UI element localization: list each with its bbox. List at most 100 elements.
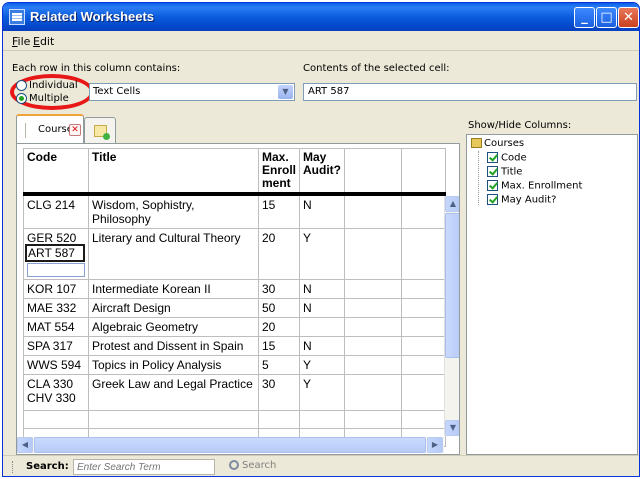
vertical-scrollbar[interactable]: ▲ ▼ xyxy=(444,196,459,436)
column-toggle-code[interactable]: Code xyxy=(487,152,527,164)
cell-title[interactable]: Literary and Cultural Theory xyxy=(88,228,259,280)
search-input[interactable] xyxy=(73,459,215,475)
code-value[interactable]: CLG 214 xyxy=(27,198,85,212)
radio-multiple-circle[interactable] xyxy=(16,92,27,104)
code-value[interactable]: KOR 107 xyxy=(27,282,85,296)
cell-empty[interactable] xyxy=(343,355,402,375)
checkbox-icon[interactable] xyxy=(487,152,498,163)
toolbar-grip[interactable] xyxy=(12,461,14,473)
header-empty[interactable] xyxy=(400,148,446,196)
horizontal-scroll-thumb[interactable] xyxy=(34,437,426,453)
vertical-scroll-thumb[interactable] xyxy=(445,213,459,358)
cell-empty[interactable] xyxy=(400,279,446,299)
horizontal-scrollbar[interactable]: ◀ ▶ xyxy=(17,437,444,453)
cell-empty[interactable] xyxy=(299,410,345,429)
cell-code[interactable]: MAE 332 xyxy=(23,298,89,318)
tree-root-courses[interactable]: Courses xyxy=(471,138,524,149)
checkbox-icon[interactable] xyxy=(487,194,498,205)
cell-empty[interactable] xyxy=(343,410,402,429)
scroll-up-icon[interactable]: ▲ xyxy=(445,196,459,212)
cell-code[interactable]: CLG 214 xyxy=(23,193,89,229)
cell-code[interactable]: WWS 594 xyxy=(23,355,89,375)
cell-title[interactable]: Wisdom, Sophistry, Philosophy xyxy=(88,193,259,229)
cell-empty[interactable] xyxy=(400,317,446,337)
minimize-button[interactable]: _ xyxy=(574,7,595,28)
cell-empty[interactable] xyxy=(400,410,446,429)
close-window-button[interactable]: ✕ xyxy=(618,7,639,28)
cell-code[interactable]: SPA 317 xyxy=(23,336,89,356)
cell-empty[interactable] xyxy=(343,374,402,411)
tab-courses[interactable]: Courses ✕ xyxy=(16,114,84,143)
header-title[interactable]: Title xyxy=(88,148,259,196)
cell-max[interactable]: 15 xyxy=(258,193,300,229)
code-value[interactable]: WWS 594 xyxy=(27,358,85,372)
selected-cell-field[interactable]: ART 587 xyxy=(303,83,637,101)
cell-empty[interactable] xyxy=(343,228,402,280)
cell-empty[interactable] xyxy=(258,410,300,429)
code-value[interactable]: SPA 317 xyxy=(27,339,85,353)
scroll-down-icon[interactable]: ▼ xyxy=(445,420,459,436)
search-button[interactable]: Search xyxy=(229,460,276,471)
cell-code[interactable]: KOR 107 xyxy=(23,279,89,299)
cell-audit[interactable] xyxy=(299,317,345,337)
scroll-right-icon[interactable]: ▶ xyxy=(427,437,443,453)
table-row[interactable]: SPA 317 Protest and Dissent in Spain 15 … xyxy=(23,336,446,356)
radio-individual[interactable]: Individual xyxy=(16,79,78,93)
close-tab-icon[interactable]: ✕ xyxy=(69,124,81,136)
cell-empty[interactable] xyxy=(343,193,402,229)
code-value[interactable]: CLA 330 xyxy=(27,377,85,391)
column-toggle-max-enrollment[interactable]: Max. Enrollment xyxy=(487,180,582,192)
cell-max[interactable]: 20 xyxy=(258,228,300,280)
table-row[interactable]: CLA 330 CHV 330 Greek Law and Legal Prac… xyxy=(23,374,446,411)
cell-code[interactable]: CLA 330 CHV 330 xyxy=(23,374,89,411)
cell-empty[interactable] xyxy=(400,355,446,375)
cell-audit[interactable]: Y xyxy=(299,228,345,280)
table-row[interactable]: CLG 214 Wisdom, Sophistry, Philosophy 15… xyxy=(23,193,446,229)
code-value-selected[interactable]: ART 587 xyxy=(25,244,85,262)
table-row[interactable]: GER 520 ART 587 Literary and Cultural Th… xyxy=(23,228,446,280)
new-tab-button[interactable] xyxy=(84,117,116,143)
cell-empty[interactable] xyxy=(343,279,402,299)
cell-audit[interactable]: N xyxy=(299,298,345,318)
code-value[interactable]: CHV 330 xyxy=(27,391,85,405)
cell-empty[interactable] xyxy=(400,228,446,280)
cell-max[interactable]: 50 xyxy=(258,298,300,318)
cell-max[interactable]: 20 xyxy=(258,317,300,337)
column-toggle-title[interactable]: Title xyxy=(487,166,522,178)
cell-empty[interactable] xyxy=(343,317,402,337)
cell-empty[interactable] xyxy=(400,193,446,229)
cell-title[interactable]: Aircraft Design xyxy=(88,298,259,318)
cell-empty[interactable] xyxy=(400,298,446,318)
radio-multiple[interactable]: Multiple xyxy=(16,92,69,106)
maximize-button[interactable]: □ xyxy=(596,7,617,28)
cell-audit[interactable]: N xyxy=(299,336,345,356)
table-row[interactable]: MAE 332 Aircraft Design 50 N xyxy=(23,298,446,318)
header-code[interactable]: Code xyxy=(23,148,89,196)
content-type-select[interactable]: Text Cells ▼ xyxy=(89,83,295,101)
header-max-enrollment[interactable]: Max. Enroll ment xyxy=(258,148,300,196)
cell-empty[interactable] xyxy=(400,374,446,411)
code-value-new[interactable] xyxy=(27,263,85,277)
table-row[interactable]: KOR 107 Intermediate Korean II 30 N xyxy=(23,279,446,299)
code-value[interactable]: GER 520 xyxy=(27,231,85,245)
cell-code[interactable]: MAT 554 xyxy=(23,317,89,337)
cell-title[interactable]: Algebraic Geometry xyxy=(88,317,259,337)
cell-empty[interactable] xyxy=(23,410,89,429)
cell-audit[interactable]: Y xyxy=(299,355,345,375)
title-bar[interactable]: Related Worksheets _ □ ✕ xyxy=(3,3,639,31)
cell-max[interactable]: 30 xyxy=(258,279,300,299)
cell-empty[interactable] xyxy=(343,298,402,318)
code-value[interactable]: MAT 554 xyxy=(27,320,85,334)
cell-empty[interactable] xyxy=(400,336,446,356)
cell-title[interactable]: Topics in Policy Analysis xyxy=(88,355,259,375)
table-row[interactable]: WWS 594 Topics in Policy Analysis 5 Y xyxy=(23,355,446,375)
cell-title[interactable]: Protest and Dissent in Spain xyxy=(88,336,259,356)
cell-title[interactable]: Intermediate Korean II xyxy=(88,279,259,299)
cell-audit[interactable]: Y xyxy=(299,374,345,411)
tab-grip[interactable] xyxy=(25,123,27,138)
column-toggle-may-audit[interactable]: May Audit? xyxy=(487,194,556,206)
cell-code[interactable]: GER 520 ART 587 xyxy=(23,228,89,280)
cell-max[interactable]: 15 xyxy=(258,336,300,356)
cell-title[interactable]: Greek Law and Legal Practice xyxy=(88,374,259,411)
code-value[interactable]: MAE 332 xyxy=(27,301,85,315)
